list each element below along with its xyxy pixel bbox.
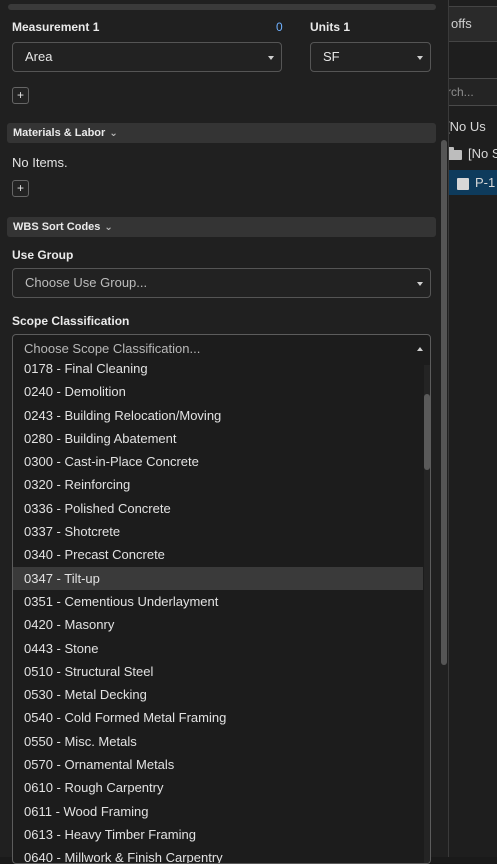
materials-labor-header[interactable]: Materials & Labor ⌄ (7, 123, 436, 143)
scope-option[interactable]: 0540 - Cold Formed Metal Framing (13, 706, 423, 729)
scope-option[interactable]: 0640 - Millwork & Finish Carpentry (13, 846, 423, 863)
scope-option[interactable]: 0320 - Reinforcing (13, 473, 423, 496)
scope-option[interactable]: 0347 - Tilt-up (13, 566, 423, 590)
scope-option[interactable]: 0613 - Heavy Timber Framing (13, 823, 423, 846)
dropdown-scrollbar-thumb[interactable] (424, 394, 430, 470)
scope-option[interactable]: 0178 - Final Cleaning (13, 363, 423, 380)
tree-item-label: [No S (468, 146, 497, 161)
scope-option[interactable]: 0443 - Stone (13, 637, 423, 660)
caret-up-icon (417, 347, 423, 351)
units-label: Units 1 (310, 20, 351, 34)
scope-option[interactable]: 0570 - Ornamental Metals (13, 753, 423, 776)
scope-options-list[interactable]: 0178 - Final Cleaning 0240 - Demolition 02… (13, 363, 423, 863)
use-group-placeholder: Choose Use Group... (25, 275, 148, 290)
scope-option[interactable]: 0336 - Polished Concrete (13, 497, 423, 520)
scope-option[interactable]: 0243 - Building Relocation/Moving (13, 404, 423, 427)
scope-option[interactable]: 0530 - Metal Decking (13, 683, 423, 706)
tree-item-label: P-1 (475, 175, 496, 190)
scope-option[interactable]: 0337 - Shotcrete (13, 520, 423, 543)
scope-placeholder: Choose Scope Classification... (24, 341, 201, 356)
chevron-down-icon: ⌄ (104, 222, 113, 233)
add-material-button[interactable]: + (12, 180, 29, 197)
materials-empty-text: No Items. (12, 155, 68, 170)
scope-option[interactable]: 0280 - Building Abatement (13, 427, 423, 450)
add-measurement-button[interactable]: + (12, 87, 29, 104)
units-value: SF (323, 49, 340, 64)
measurement-value: Area (25, 49, 53, 64)
scope-option[interactable]: 0300 - Cast-in-Place Concrete (13, 450, 423, 473)
scope-option[interactable]: 0340 - Precast Concrete (13, 543, 423, 566)
caret-down-icon (268, 56, 274, 60)
scope-classification-dropdown[interactable]: Choose Scope Classification... 0178 - Fi… (12, 334, 431, 864)
scope-classification-select[interactable]: Choose Scope Classification... (13, 335, 430, 363)
document-icon (457, 177, 469, 190)
scope-classification-label: Scope Classification (12, 314, 130, 328)
scope-option[interactable]: 0610 - Rough Carpentry (13, 776, 423, 799)
folder-icon (448, 146, 462, 160)
caret-down-icon (417, 56, 423, 60)
use-group-select[interactable]: Choose Use Group... (12, 268, 431, 298)
units-select[interactable]: SF (310, 42, 431, 72)
panel-scrollbar-thumb[interactable] (441, 140, 447, 665)
scope-option[interactable]: 0240 - Demolition (13, 380, 423, 403)
caret-down-icon (417, 282, 423, 286)
scope-option[interactable]: 0550 - Misc. Metals (13, 730, 423, 753)
panel-divider (8, 4, 436, 10)
measurement-select[interactable]: Area (12, 42, 282, 72)
tree-item-label: [No Us (446, 119, 486, 134)
measurement-count: 0 (276, 20, 283, 34)
scope-option[interactable]: 0611 - Wood Framing (13, 800, 423, 823)
scope-option[interactable]: 0510 - Structural Steel (13, 660, 423, 683)
section-title: WBS Sort Codes (13, 221, 101, 233)
tree-item[interactable]: [No S (448, 143, 497, 165)
properties-panel: Measurement 1 0 Units 1 Area SF + Materi… (0, 0, 449, 864)
use-group-label: Use Group (12, 248, 74, 262)
section-title: Materials & Labor (13, 127, 106, 139)
scope-option[interactable]: 0420 - Masonry (13, 613, 423, 636)
scope-option[interactable]: 0351 - Cementious Underlayment (13, 590, 423, 613)
measurement-label: Measurement 1 (12, 20, 100, 34)
chevron-down-icon: ⌄ (109, 128, 118, 139)
wbs-sort-codes-header[interactable]: WBS Sort Codes ⌄ (7, 217, 436, 237)
tree-item-selected[interactable]: P-1 (445, 170, 497, 195)
tree-item[interactable]: [No Us (446, 116, 486, 138)
